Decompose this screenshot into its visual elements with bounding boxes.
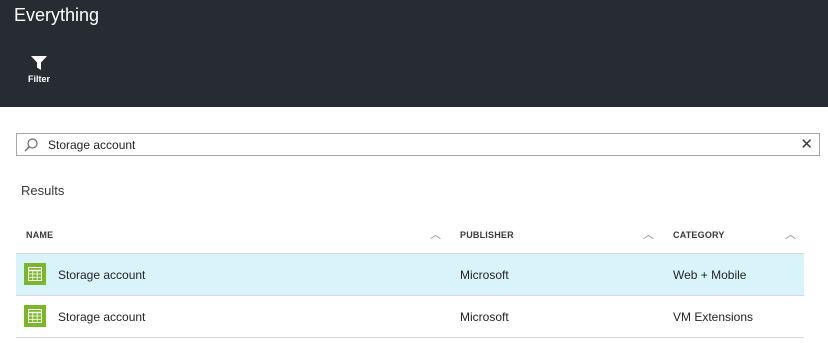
table-header: NAME ︿ PUBLISHER ︿ CATEGORY ︿ bbox=[16, 220, 804, 254]
column-header-publisher[interactable]: PUBLISHER bbox=[460, 230, 514, 240]
column-header-category[interactable]: CATEGORY bbox=[673, 230, 725, 240]
row-name: Storage account bbox=[58, 268, 146, 282]
row-category: VM Extensions bbox=[673, 310, 754, 324]
sort-icon[interactable]: ︿ bbox=[430, 226, 441, 242]
row-category: Web + Mobile bbox=[673, 268, 747, 282]
filter-label: Filter bbox=[27, 74, 50, 84]
sort-icon[interactable]: ︿ bbox=[785, 226, 796, 242]
search-input[interactable] bbox=[48, 136, 788, 153]
row-name: Storage account bbox=[58, 310, 146, 324]
filter-button[interactable]: Filter bbox=[22, 56, 56, 92]
table-row[interactable]: Storage account Microsoft Web + Mobile bbox=[16, 254, 804, 296]
table-row[interactable]: Storage account Microsoft VM Extensions bbox=[16, 296, 804, 338]
search-box[interactable]: ✕ bbox=[16, 133, 820, 156]
storage-grid-icon bbox=[24, 305, 46, 327]
column-header-name[interactable]: NAME bbox=[26, 230, 53, 240]
results-heading: Results bbox=[21, 183, 65, 198]
search-icon bbox=[24, 138, 38, 152]
blade-header: Everything Filter bbox=[0, 0, 828, 107]
filter-icon bbox=[31, 56, 47, 70]
storage-grid-icon bbox=[24, 263, 46, 285]
row-publisher: Microsoft bbox=[460, 268, 509, 282]
sort-icon[interactable]: ︿ bbox=[643, 226, 654, 242]
close-icon[interactable]: ✕ bbox=[800, 136, 813, 153]
row-publisher: Microsoft bbox=[460, 310, 509, 324]
page-title: Everything bbox=[14, 5, 100, 25]
results-table: NAME ︿ PUBLISHER ︿ CATEGORY ︿ Storage ac… bbox=[16, 220, 804, 338]
